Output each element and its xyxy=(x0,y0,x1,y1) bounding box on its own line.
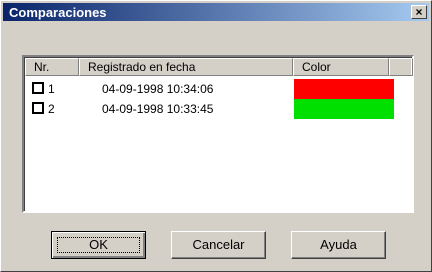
row-number: 2 xyxy=(48,102,55,116)
focus-rect xyxy=(57,237,140,253)
ok-button[interactable]: OK xyxy=(51,231,146,259)
row-number: 1 xyxy=(48,82,55,96)
title-bar[interactable]: Comparaciones × xyxy=(3,3,429,21)
row-checkbox[interactable] xyxy=(32,102,44,114)
close-icon: × xyxy=(415,5,423,19)
help-button[interactable]: Ayuda xyxy=(291,231,386,259)
row-color-swatch xyxy=(294,99,394,119)
close-button[interactable]: × xyxy=(411,5,427,19)
comparisons-list[interactable]: Nr. Registrado en fecha Color 1 04-09-19… xyxy=(22,55,414,213)
column-header-color[interactable]: Color xyxy=(293,58,389,76)
column-header-nr[interactable]: Nr. xyxy=(25,58,79,76)
window-title: Comparaciones xyxy=(9,5,107,20)
list-item[interactable]: 2 04-09-1998 10:33:45 xyxy=(28,99,408,119)
column-header-date[interactable]: Registrado en fecha xyxy=(79,58,293,76)
row-date: 04-09-1998 10:33:45 xyxy=(102,102,214,116)
cancel-button[interactable]: Cancelar xyxy=(171,231,266,259)
list-header: Nr. Registrado en fecha Color xyxy=(25,58,413,76)
help-label: Ayuda xyxy=(320,237,357,252)
list-item[interactable]: 1 04-09-1998 10:34:06 xyxy=(28,79,408,99)
comparaciones-dialog: Comparaciones × Nr. Registrado en fecha … xyxy=(0,0,432,272)
cancel-label: Cancelar xyxy=(192,237,245,252)
row-checkbox[interactable] xyxy=(32,82,44,94)
row-date: 04-09-1998 10:34:06 xyxy=(102,82,214,96)
column-header-filler xyxy=(389,58,413,76)
row-color-swatch xyxy=(294,79,394,99)
